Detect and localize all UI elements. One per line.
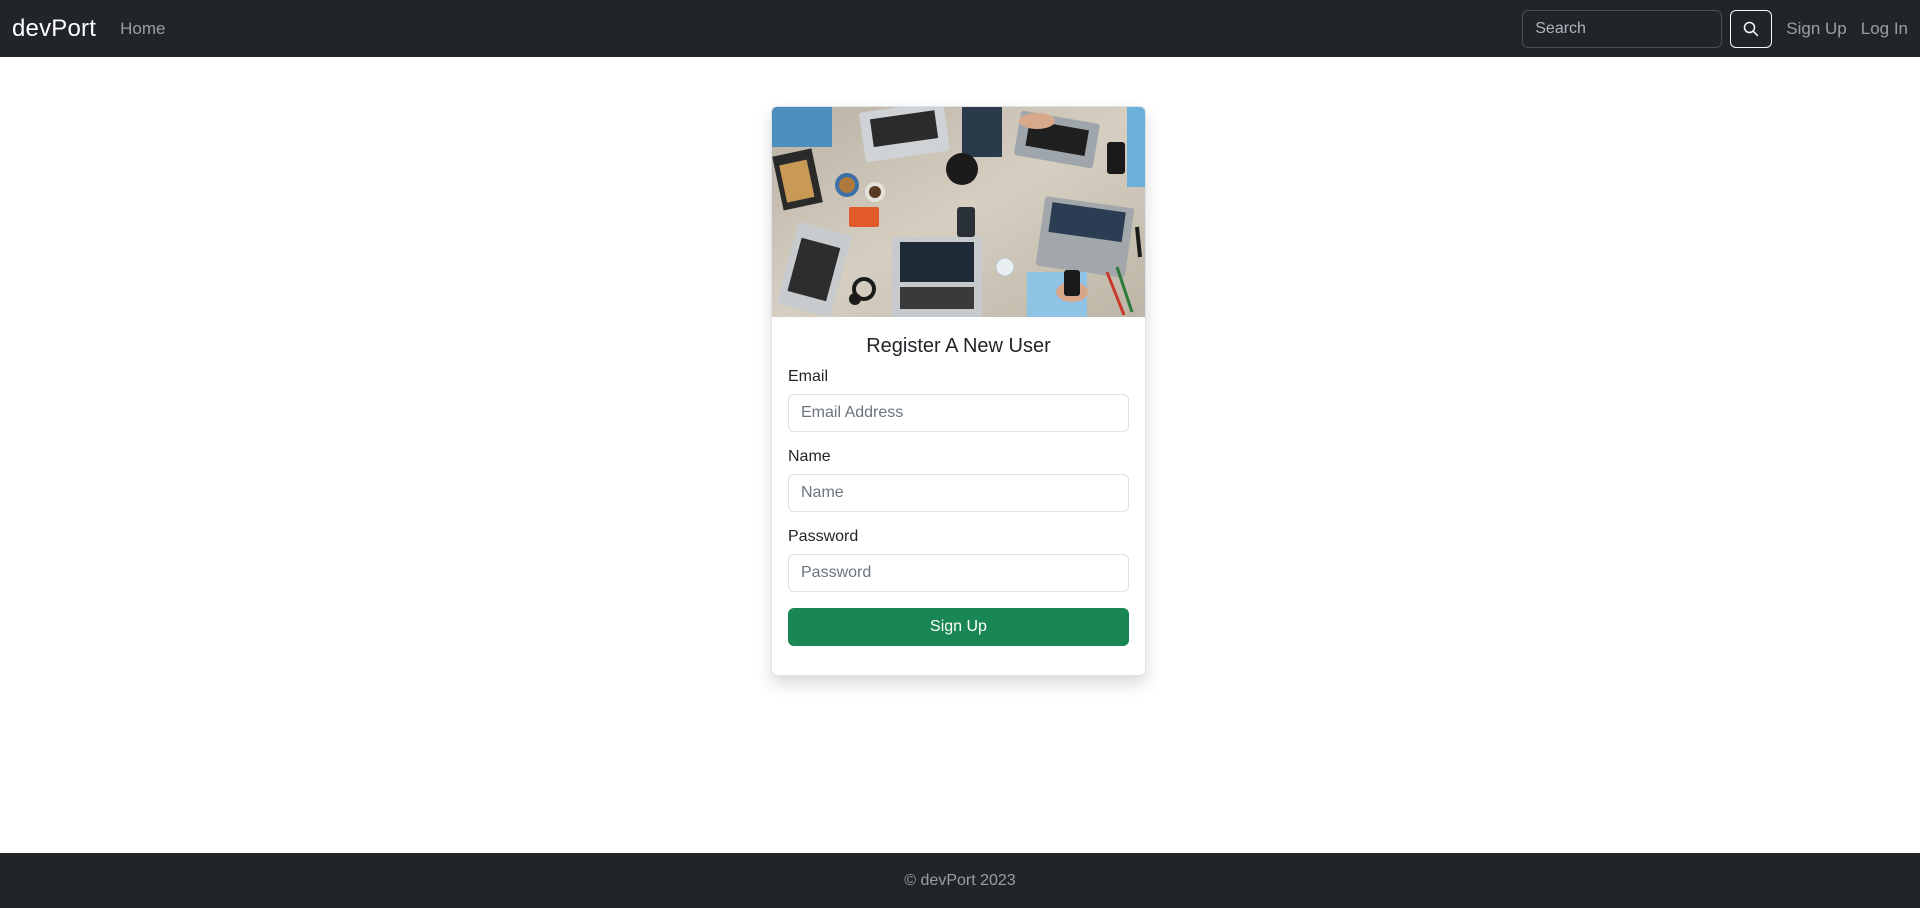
navbar-right-group: Sign Up Log In	[1522, 9, 1908, 48]
form-title: Register A New User	[866, 335, 1051, 357]
email-field[interactable]	[788, 394, 1129, 432]
search-icon	[1744, 21, 1759, 36]
name-label: Name	[788, 448, 831, 465]
footer-copyright: © devPort 2023	[904, 871, 1016, 889]
nav-link-log-in[interactable]: Log In	[1861, 19, 1908, 39]
email-label: Email	[788, 368, 829, 385]
password-label: Password	[788, 528, 859, 545]
page-footer: © devPort 2023	[0, 853, 1920, 908]
register-card: Register A New User Email Name Password …	[771, 106, 1146, 676]
brand-logo[interactable]: devPort	[12, 15, 96, 43]
search-input[interactable]	[1522, 9, 1723, 48]
workspace-laptops-photo	[772, 107, 1145, 317]
nav-link-sign-up[interactable]: Sign Up	[1786, 19, 1846, 39]
password-field[interactable]	[788, 554, 1129, 592]
top-navbar: devPort Home Sign Up Log In	[0, 0, 1920, 57]
workspace-photo-illustration	[772, 107, 1145, 317]
search-button[interactable]	[1730, 9, 1773, 48]
sign-up-submit-button[interactable]: Sign Up	[788, 608, 1129, 646]
nav-link-home[interactable]: Home	[120, 19, 165, 39]
name-field[interactable]	[788, 474, 1129, 512]
register-form: Register A New User Email Name Password …	[772, 317, 1145, 662]
